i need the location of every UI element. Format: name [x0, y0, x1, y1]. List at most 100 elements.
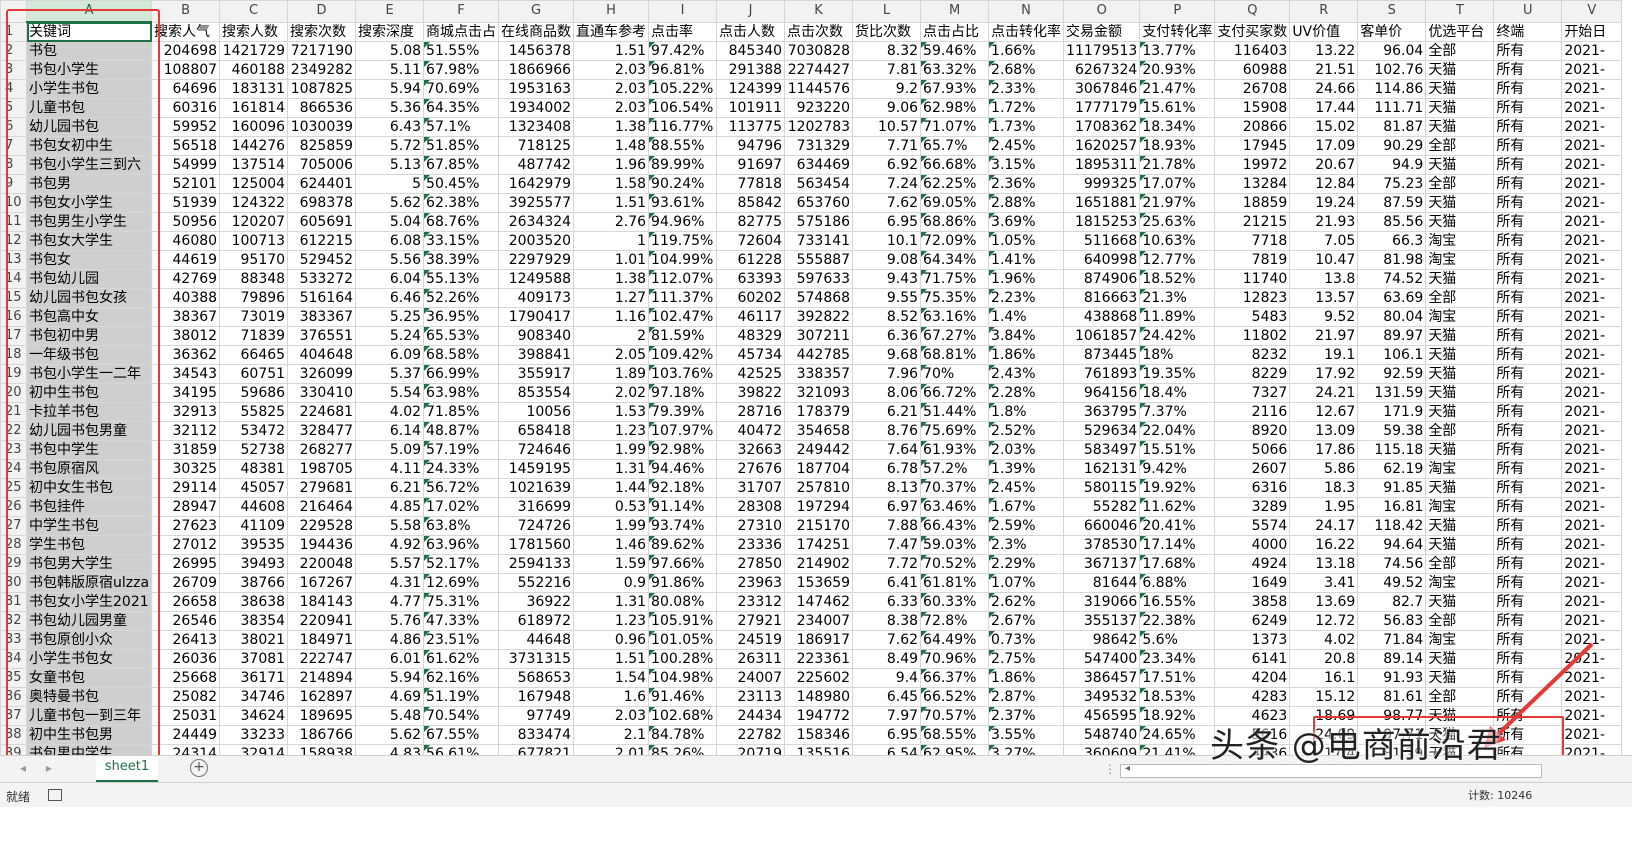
cell[interactable]: 63.32% — [920, 60, 990, 80]
cell[interactable]: 2.28% — [988, 383, 1065, 403]
cell[interactable]: 2.03 — [573, 98, 650, 118]
cell[interactable]: 6.01 — [355, 649, 425, 669]
cell[interactable]: 淘宝 — [1425, 250, 1495, 270]
cell[interactable]: 88348 — [219, 269, 289, 289]
cell[interactable]: 3.84% — [988, 326, 1065, 346]
cell[interactable]: 所有 — [1493, 630, 1563, 650]
cell[interactable]: 55825 — [219, 402, 289, 422]
cell[interactable]: 94.46% — [648, 459, 718, 479]
cell[interactable]: 23963 — [716, 573, 786, 593]
cell[interactable]: 27850 — [716, 554, 786, 574]
cell[interactable]: 1815253 — [1063, 212, 1141, 232]
cell[interactable]: 6.41 — [852, 573, 922, 593]
cell[interactable]: 59952 — [151, 117, 221, 137]
cell[interactable]: 2003520 — [498, 231, 575, 251]
cell[interactable]: 81.61 — [1357, 687, 1427, 707]
cell[interactable]: 22.38% — [1139, 611, 1216, 631]
cell[interactable]: 93.61% — [648, 193, 718, 213]
cell[interactable]: 183131 — [219, 79, 289, 99]
cell[interactable]: 225602 — [784, 668, 854, 688]
cell[interactable]: 103.76% — [648, 364, 718, 384]
cell[interactable]: 51.19% — [423, 687, 500, 707]
cell[interactable]: 0.73% — [988, 630, 1065, 650]
cell[interactable]: 1.01 — [573, 250, 650, 270]
cell[interactable]: 1.59 — [573, 554, 650, 574]
cell[interactable]: 575186 — [784, 212, 854, 232]
row-header[interactable]: 33 — [0, 630, 27, 650]
cell[interactable]: 天猫 — [1425, 649, 1495, 669]
cell[interactable]: 17.44 — [1289, 98, 1359, 118]
cell[interactable]: 1 — [573, 231, 650, 251]
cell[interactable]: 80.04 — [1357, 307, 1427, 327]
cell[interactable]: 64.35% — [423, 98, 500, 118]
cell[interactable]: 89.99% — [648, 155, 718, 175]
cell[interactable]: 91.93 — [1357, 668, 1427, 688]
cell[interactable]: 2 — [573, 326, 650, 346]
cell[interactable]: 19.1 — [1289, 345, 1359, 365]
row-header[interactable]: 3 — [0, 60, 27, 80]
cell[interactable]: 所有 — [1493, 307, 1563, 327]
cell[interactable]: 2021- — [1561, 592, 1623, 612]
cell[interactable]: 68.81% — [920, 345, 990, 365]
cell[interactable]: 1.16 — [573, 307, 650, 327]
cell[interactable]: 89.14 — [1357, 649, 1427, 669]
cell[interactable]: 货比次数 — [852, 21, 922, 42]
cell[interactable]: 91.14% — [648, 497, 718, 517]
cell[interactable]: 6.46 — [355, 288, 425, 308]
cell[interactable]: 307211 — [784, 326, 854, 346]
cell[interactable]: 26708 — [1214, 79, 1291, 99]
cell[interactable]: 1.53 — [573, 402, 650, 422]
cell[interactable]: 1.23 — [573, 611, 650, 631]
cell[interactable]: 27676 — [716, 459, 786, 479]
cell[interactable]: 书包原宿风 — [25, 459, 153, 479]
cell[interactable]: 44619 — [151, 250, 221, 270]
cell[interactable]: 2021- — [1561, 98, 1623, 118]
cell[interactable]: 26995 — [151, 554, 221, 574]
cell[interactable]: 167948 — [498, 687, 575, 707]
cell[interactable]: 56.83 — [1357, 611, 1427, 631]
cell[interactable]: 21.47% — [1139, 79, 1216, 99]
cell[interactable]: 2021- — [1561, 630, 1623, 650]
cell[interactable]: 383367 — [287, 307, 357, 327]
cell[interactable]: 天猫 — [1425, 516, 1495, 536]
cell[interactable]: 873445 — [1063, 345, 1141, 365]
cell[interactable]: 733141 — [784, 231, 854, 251]
cell[interactable]: 25031 — [151, 706, 221, 726]
cell[interactable]: 30325 — [151, 459, 221, 479]
cell[interactable]: 所有 — [1493, 136, 1563, 156]
cell[interactable]: 6.21 — [355, 478, 425, 498]
cell[interactable]: 119.75% — [648, 231, 718, 251]
cell[interactable]: 5.48 — [355, 706, 425, 726]
cell[interactable]: 26413 — [151, 630, 221, 650]
cell[interactable]: 21.97 — [1289, 326, 1359, 346]
cell[interactable]: 书包女大学生 — [25, 231, 153, 251]
cell[interactable]: 194772 — [784, 706, 854, 726]
cell[interactable]: 72.09% — [920, 231, 990, 251]
cell[interactable]: 2021- — [1561, 535, 1623, 555]
cell[interactable]: 94.9 — [1357, 155, 1427, 175]
row-header[interactable]: 19 — [0, 364, 27, 384]
cell[interactable]: 6.43 — [355, 117, 425, 137]
cell[interactable]: 所有 — [1493, 193, 1563, 213]
cell[interactable]: 4924 — [1214, 554, 1291, 574]
cell[interactable]: 597633 — [784, 269, 854, 289]
cell[interactable]: 186917 — [784, 630, 854, 650]
cell[interactable]: 79896 — [219, 288, 289, 308]
cell[interactable]: 46080 — [151, 231, 221, 251]
cell[interactable]: 65.53% — [423, 326, 500, 346]
cell[interactable]: 355137 — [1063, 611, 1141, 631]
cell[interactable]: 2021- — [1561, 79, 1623, 99]
cell[interactable]: 57.2% — [920, 459, 990, 479]
cell[interactable]: 3858 — [1214, 592, 1291, 612]
cell[interactable]: 618972 — [498, 611, 575, 631]
cell[interactable]: 22782 — [716, 725, 786, 745]
column-header-E[interactable]: E — [355, 0, 425, 23]
cell[interactable]: 所有 — [1493, 535, 1563, 555]
cell[interactable]: 511668 — [1063, 231, 1141, 251]
cell[interactable]: 5.09 — [355, 440, 425, 460]
cell[interactable]: 15.61% — [1139, 98, 1216, 118]
cell[interactable]: 书包初中男 — [25, 326, 153, 346]
cell[interactable]: 6.45 — [852, 687, 922, 707]
cell[interactable]: 终端 — [1493, 21, 1563, 42]
cell[interactable]: 1.8% — [988, 402, 1065, 422]
